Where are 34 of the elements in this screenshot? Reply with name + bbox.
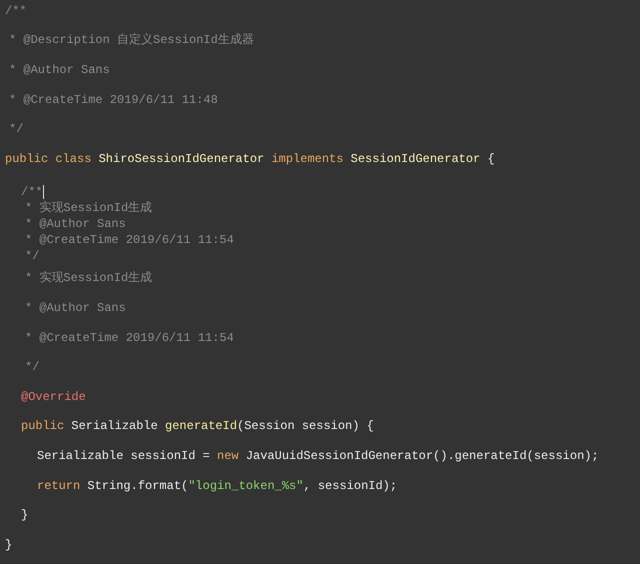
code-text: JavaUuidSessionIdGenerator().generateId(session); (246, 448, 599, 465)
class-name: SessionIdGenerator (350, 150, 480, 168)
text-cursor (42, 185, 44, 200)
code-comment: * @Author Sans (25, 216, 126, 234)
code-comment: * @Description 自定义SessionId生成器 (9, 32, 254, 50)
code-text: , sessionId); (303, 478, 398, 494)
code-comment: /** (5, 2, 27, 20)
code-text: { (487, 150, 495, 168)
code-keyword: implements (271, 150, 344, 168)
code-text: String.format( (87, 478, 188, 494)
code-keyword: new (217, 448, 239, 465)
code-comment: * @CreateTime 2019/6/11 11:54 (25, 330, 234, 347)
code-comment: */ (25, 359, 40, 376)
string-literal: "login_token_%s" (188, 478, 304, 494)
method-name: generateId (165, 418, 238, 436)
code-text: } (21, 507, 28, 524)
code-comment: * @Author Sans (25, 300, 126, 317)
code-text: Serializable (71, 418, 158, 436)
code-keyword: public (21, 418, 64, 436)
code-comment: * @CreateTime 2019/6/11 11:48 (9, 92, 218, 109)
code-comment: /** (21, 184, 43, 201)
code-text: (Session session) { (237, 418, 374, 436)
code-comment: */ (9, 121, 24, 138)
code-text: Serializable sessionId = (37, 448, 210, 465)
code-comment: * @Author Sans (9, 62, 110, 79)
code-comment: */ (25, 248, 40, 265)
code-keyword: public class (5, 150, 92, 168)
code-comment: * @CreateTime 2019/6/11 11:54 (25, 232, 234, 249)
code-comment: * 实现SessionId生成 (25, 200, 152, 218)
code-keyword: return (37, 478, 80, 494)
class-name: ShiroSessionIdGenerator (98, 150, 264, 168)
code-comment: * 实现SessionId生成 (25, 270, 152, 288)
code-annotation: @Override (21, 388, 86, 406)
code-text: } (5, 536, 12, 554)
